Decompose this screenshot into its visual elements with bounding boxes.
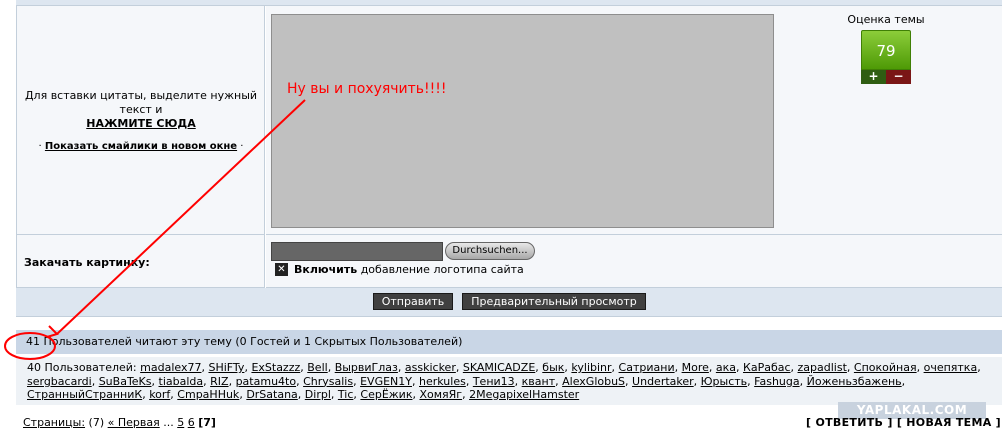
annotation-arrow-line <box>56 99 306 335</box>
annotation-circle <box>4 332 56 360</box>
annotation-arrowhead <box>46 325 59 338</box>
annotation-overlay <box>4 99 306 360</box>
